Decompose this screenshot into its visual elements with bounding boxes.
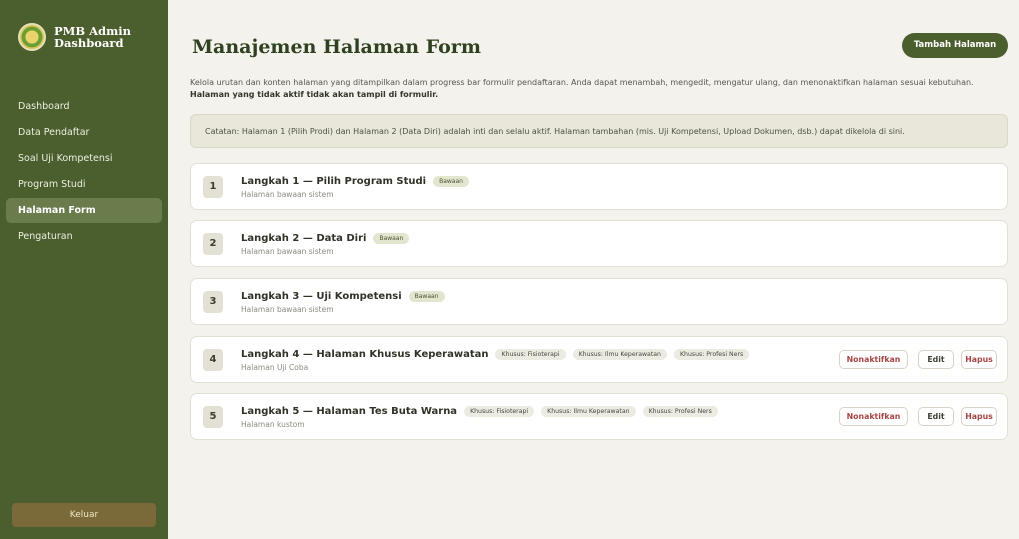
step-number: 1 <box>203 176 223 198</box>
sidebar-item-program-studi[interactable]: Program Studi <box>6 172 162 197</box>
main-content: Manajemen Halaman Form Tambah Halaman Ke… <box>168 0 1019 539</box>
step-title-row: Langkah 5 — Halaman Tes Buta Warna Khusu… <box>241 406 718 417</box>
step-number: 2 <box>203 233 223 255</box>
step-card: 3 Langkah 3 — Uji Kompetensi Bawaan Hala… <box>190 278 1008 325</box>
sidebar-nav: Dashboard Data Pendaftar Soal Uji Kompet… <box>6 94 162 249</box>
step-card: 1 Langkah 1 — Pilih Program Studi Bawaan… <box>190 163 1008 210</box>
step-title-row: Langkah 4 — Halaman Khusus Keperawatan K… <box>241 349 750 360</box>
step-subtitle: Halaman bawaan sistem <box>241 305 334 314</box>
logout-button[interactable]: Keluar <box>12 503 156 527</box>
sidebar-item-data-pendaftar[interactable]: Data Pendaftar <box>6 120 162 145</box>
description-text: Kelola urutan dan konten halaman yang di… <box>190 78 974 87</box>
delete-button[interactable]: Hapus <box>961 350 997 369</box>
info-note: Catatan: Halaman 1 (Pilih Prodi) dan Hal… <box>190 114 1008 148</box>
step-subtitle: Halaman kustom <box>241 420 305 429</box>
step-title: Langkah 5 — Halaman Tes Buta Warna <box>241 406 458 417</box>
edit-button[interactable]: Edit <box>918 350 954 369</box>
step-title-row: Langkah 1 — Pilih Program Studi Bawaan <box>241 176 469 187</box>
step-card: 2 Langkah 2 — Data Diri Bawaan Halaman b… <box>190 220 1008 267</box>
step-title: Langkah 2 — Data Diri <box>241 233 367 244</box>
program-tag: Khusus: Profesi Ners <box>642 406 718 417</box>
default-badge: Bawaan <box>433 176 469 187</box>
add-page-button[interactable]: Tambah Halaman <box>902 33 1008 58</box>
deactivate-button[interactable]: Nonaktifkan <box>839 350 908 369</box>
step-card: 4 Langkah 4 — Halaman Khusus Keperawatan… <box>190 336 1008 383</box>
page-title: Manajemen Halaman Form <box>192 36 481 58</box>
sidebar-item-pengaturan[interactable]: Pengaturan <box>6 224 162 249</box>
sidebar-item-halaman-form[interactable]: Halaman Form <box>6 198 162 223</box>
step-number: 4 <box>203 349 223 371</box>
step-subtitle: Halaman bawaan sistem <box>241 190 334 199</box>
brand-line-2: Dashboard <box>54 36 124 50</box>
step-card: 5 Langkah 5 — Halaman Tes Buta Warna Khu… <box>190 393 1008 440</box>
deactivate-button[interactable]: Nonaktifkan <box>839 407 908 426</box>
sidebar-item-dashboard[interactable]: Dashboard <box>6 94 162 119</box>
program-tag: Khusus: Ilmu Keperawatan <box>541 406 636 417</box>
default-badge: Bawaan <box>373 233 410 244</box>
step-title: Langkah 4 — Halaman Khusus Keperawatan <box>241 349 489 360</box>
description-bold: Halaman yang tidak aktif tidak akan tamp… <box>190 90 439 99</box>
sidebar-item-soal-uji-kompetensi[interactable]: Soal Uji Kompetensi <box>6 146 162 171</box>
program-tag: Khusus: Ilmu Keperawatan <box>572 349 667 360</box>
program-tag: Khusus: Fisioterapi <box>464 406 535 417</box>
default-badge: Bawaan <box>408 291 445 302</box>
step-number: 5 <box>203 406 223 428</box>
program-tag: Khusus: Fisioterapi <box>495 349 566 360</box>
delete-button[interactable]: Hapus <box>961 407 997 426</box>
edit-button[interactable]: Edit <box>918 407 954 426</box>
step-title-row: Langkah 2 — Data Diri Bawaan <box>241 233 410 244</box>
program-tag: Khusus: Profesi Ners <box>673 349 750 360</box>
sidebar: PMB Admin Dashboard Dashboard Data Penda… <box>0 0 168 539</box>
step-subtitle: Halaman Uji Coba <box>241 363 309 372</box>
page-description: Kelola urutan dan konten halaman yang di… <box>190 77 995 101</box>
brand[interactable]: PMB Admin Dashboard <box>6 18 162 56</box>
step-title: Langkah 1 — Pilih Program Studi <box>241 176 427 187</box>
step-number: 3 <box>203 291 223 313</box>
brand-text: PMB Admin Dashboard <box>54 25 131 49</box>
step-subtitle: Halaman bawaan sistem <box>241 247 334 256</box>
logo-icon <box>18 23 46 51</box>
step-title: Langkah 3 — Uji Kompetensi <box>241 291 402 302</box>
step-title-row: Langkah 3 — Uji Kompetensi Bawaan <box>241 291 445 302</box>
